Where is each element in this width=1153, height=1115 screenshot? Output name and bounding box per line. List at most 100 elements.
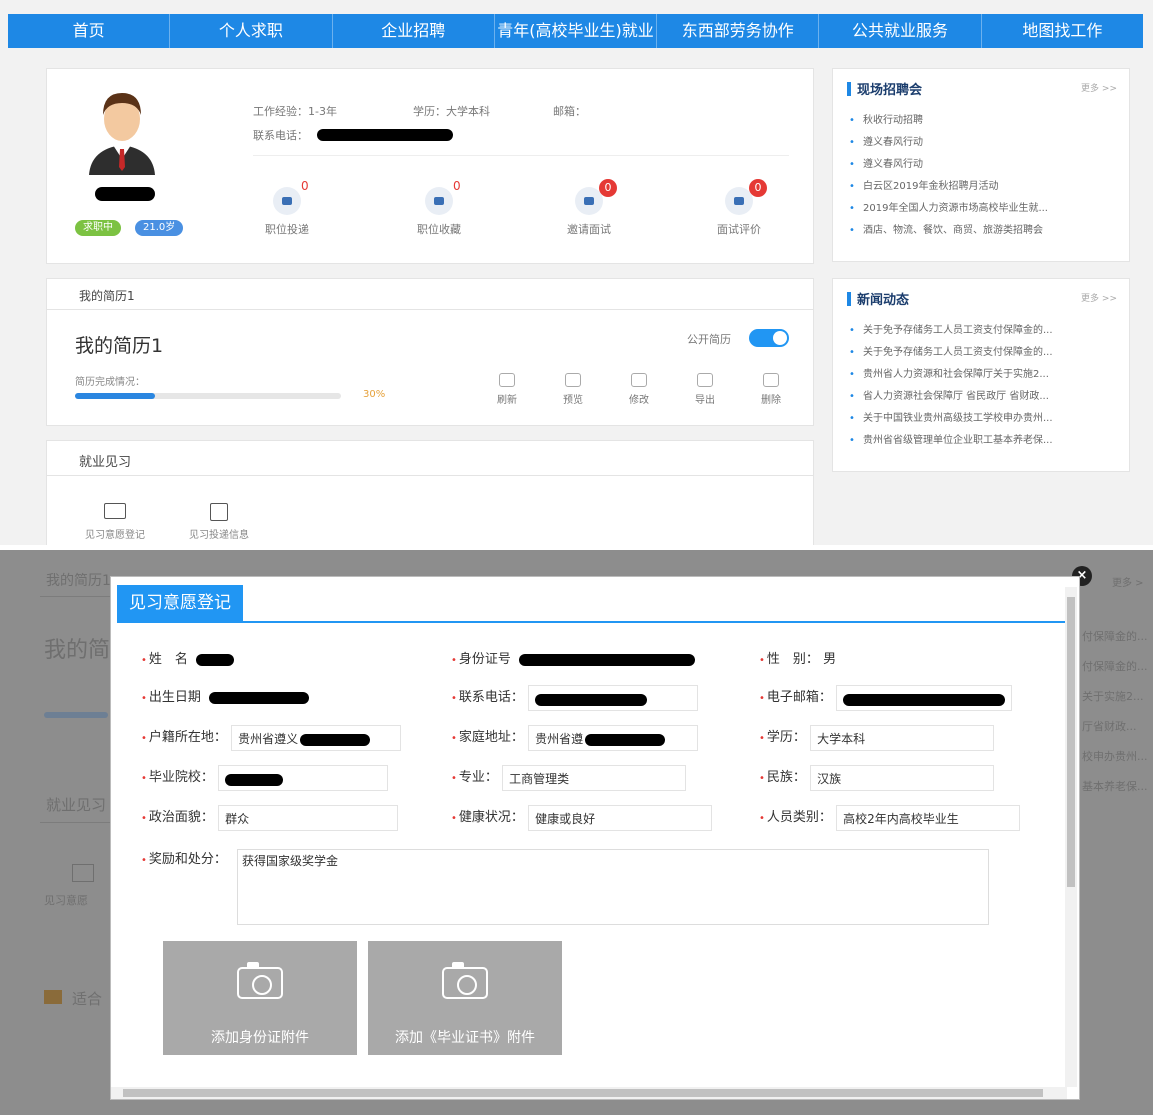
home-value-redacted [585, 733, 666, 746]
experience-text: 工作经验：1-3年 [253, 105, 337, 118]
nav-item-map-jobs[interactable]: 地图找工作 [982, 14, 1143, 48]
awards-field: • 奖励和处分： [141, 847, 227, 873]
nav-item-graduates[interactable]: 青年(高校毕业生)就业 [495, 14, 658, 48]
ethnic-input[interactable]: 汉族 [810, 765, 995, 791]
required-mark: • [141, 733, 147, 744]
home-label: 家庭地址： [458, 730, 524, 745]
news-panel: 新闻动态 更多 >> 关于免予存储务工人员工资支付保障金的... 关于免予存储务… [832, 278, 1130, 472]
favorites-label: 职位收藏 [417, 223, 461, 236]
edit-action[interactable]: 修改 [619, 373, 659, 406]
health-field: • 健康状况： 健康或良好 [451, 805, 713, 831]
stat-favorites[interactable]: 0 职位收藏 [379, 179, 499, 237]
profile-panel: 求职中 21.0岁 工作经验：1-3年 学历：大学本科 邮箱： 联系电话： 0 … [46, 68, 814, 264]
horizontal-scrollbar-thumb[interactable] [123, 1089, 1043, 1097]
list-item[interactable]: 贵州省人力资源和社会保障厅关于实施2... [847, 364, 1115, 386]
preview-action[interactable]: 预览 [553, 373, 593, 406]
phone-label: 联系电话： [458, 690, 524, 705]
upload-id-card-button[interactable]: 添加身份证附件 [163, 941, 357, 1055]
list-item[interactable]: 贵州省省级管理单位企业职工基本养老保... [847, 430, 1115, 452]
political-input[interactable]: 群众 [218, 805, 399, 831]
required-mark: • [759, 655, 765, 666]
email-field: • 电子邮箱： [759, 685, 1013, 711]
required-mark: • [759, 733, 765, 744]
home-value: 贵州省遵 [535, 732, 584, 746]
nav-item-home[interactable]: 首页 [8, 14, 171, 48]
bg-side-item: 付保障金的... [1082, 630, 1148, 643]
age-badge: 21.0岁 [135, 220, 184, 236]
list-item[interactable]: 酒店、物流、餐饮、商贸、旅游类招聘会 [847, 220, 1115, 242]
stat-applications[interactable]: 0 职位投递 [227, 179, 347, 237]
bg-progress [44, 712, 108, 718]
health-input[interactable]: 健康或良好 [528, 805, 713, 831]
heart-icon [425, 187, 453, 215]
list-item[interactable]: 遵义春风行动 [847, 132, 1115, 154]
camera-icon [442, 962, 488, 999]
modal-title: 见习意愿登记 [117, 585, 243, 621]
job-fair-more-link[interactable]: 更多 >> [1081, 81, 1117, 94]
home-input[interactable]: 贵州省遵 [528, 725, 699, 751]
applications-count: 0 [301, 179, 309, 193]
nav-item-job-seeking[interactable]: 个人求职 [170, 14, 333, 48]
main-nav: 首页 个人求职 企业招聘 青年(高校毕业生)就业 东西部劳务协作 公共就业服务 … [8, 14, 1143, 48]
internship-applications-item[interactable]: 见习投递信息 [179, 503, 259, 542]
school-input[interactable] [218, 765, 389, 791]
bg-side-item: 厅省财政... [1082, 720, 1137, 733]
school-label: 毕业院校： [148, 770, 214, 785]
list-item[interactable]: 白云区2019年金秋招聘月活动 [847, 176, 1115, 198]
required-mark: • [141, 813, 147, 824]
nav-item-recruitment[interactable]: 企业招聘 [333, 14, 495, 48]
nav-item-labor-cooperation[interactable]: 东西部劳务协作 [657, 14, 820, 48]
vertical-scrollbar-thumb[interactable] [1067, 597, 1075, 887]
hukou-input[interactable]: 贵州省遵义 [231, 725, 402, 751]
list-item[interactable]: 关于中国铁业贵州高级技工学校申办贵州... [847, 408, 1115, 430]
internship-applications-label: 见习投递信息 [189, 530, 249, 541]
required-mark: • [451, 655, 457, 666]
export-action[interactable]: 导出 [685, 373, 725, 406]
school-value-redacted [225, 773, 284, 786]
horizontal-scrollbar[interactable] [111, 1087, 1067, 1099]
public-resume-toggle[interactable] [749, 329, 789, 347]
stat-interview-reviews[interactable]: 0 面试评价 [679, 179, 799, 237]
required-mark: • [759, 813, 765, 824]
gender-value: 男 [823, 652, 837, 667]
delete-action[interactable]: 删除 [751, 373, 791, 406]
applications-label: 职位投递 [265, 223, 309, 236]
phone-value-redacted [535, 693, 648, 706]
list-item[interactable]: 关于免予存储务工人员工资支付保障金的... [847, 320, 1115, 342]
completion-percent: 30% [363, 389, 386, 400]
heading-bar [847, 81, 851, 96]
vertical-scrollbar[interactable] [1065, 587, 1077, 1087]
list-item[interactable]: 遵义春风行动 [847, 154, 1115, 176]
bg-side-item: 付保障金的... [1082, 660, 1148, 673]
internship-register-item[interactable]: 见习意愿登记 [75, 503, 155, 542]
refresh-action[interactable]: 刷新 [487, 373, 527, 406]
major-input[interactable]: 工商管理类 [502, 765, 687, 791]
nav-item-public-service[interactable]: 公共就业服务 [819, 14, 982, 48]
birth-field: • 出生日期 [141, 685, 310, 711]
list-item[interactable]: 关于免予存储务工人员工资支付保障金的... [847, 342, 1115, 364]
awards-textarea[interactable]: 获得国家级奖学金 [237, 849, 989, 925]
name-value-redacted [196, 653, 235, 666]
required-mark: • [451, 813, 457, 824]
export-label: 导出 [695, 395, 715, 406]
list-item[interactable]: 秋收行动招聘 [847, 110, 1115, 132]
degree-input[interactable]: 大学本科 [810, 725, 995, 751]
list-item[interactable]: 2019年全国人力资源市场高校毕业生就... [847, 198, 1115, 220]
list-item[interactable]: 省人力资源社会保障厅 省民政厅 省财政... [847, 386, 1115, 408]
email-input[interactable] [836, 685, 1013, 711]
gender-field: • 性 别： 男 [759, 647, 836, 673]
delete-label: 删除 [761, 395, 781, 406]
news-more-link[interactable]: 更多 >> [1081, 291, 1117, 304]
stat-interview-invites[interactable]: 0 邀请面试 [529, 179, 649, 237]
edit-icon [631, 373, 647, 387]
phone-input[interactable] [528, 685, 699, 711]
export-icon [697, 373, 713, 387]
school-field: • 毕业院校： [141, 765, 389, 791]
upload-diploma-button[interactable]: 添加《毕业证书》附件 [368, 941, 562, 1055]
favorites-count: 0 [453, 179, 461, 193]
bg-internship-item: 见习意愿 [44, 894, 88, 907]
internship-divider [47, 475, 813, 476]
category-input[interactable]: 高校2年内高校毕业生 [836, 805, 1021, 831]
completion-bar-fill [75, 393, 155, 399]
resume-tab[interactable]: 我的简历1 [79, 287, 135, 304]
